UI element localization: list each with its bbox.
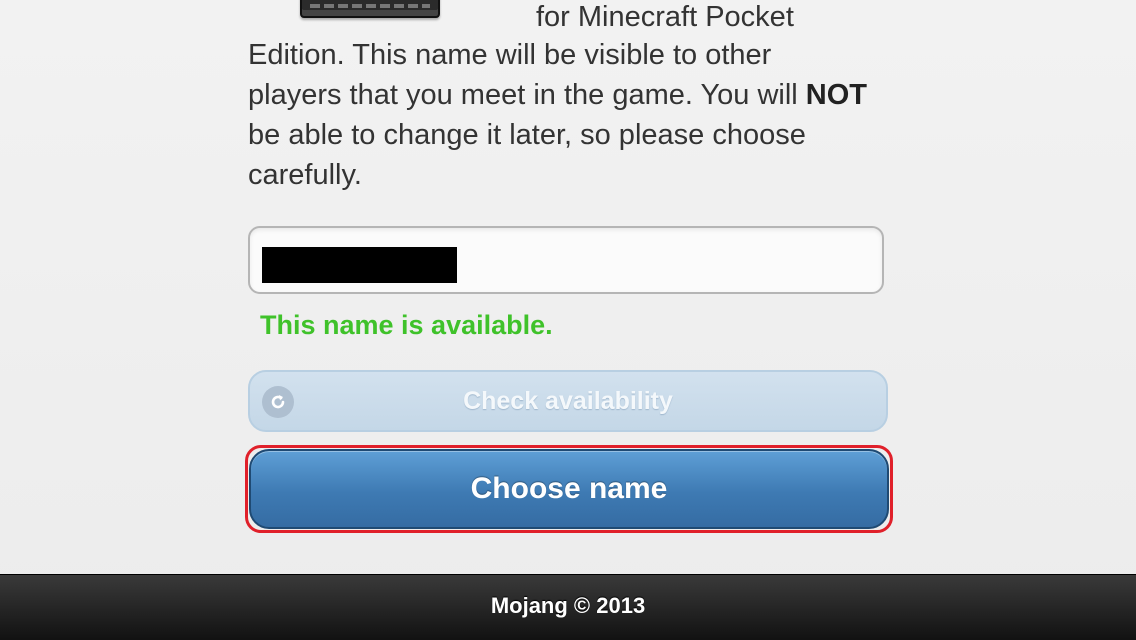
check-availability-button[interactable]: Check availability [248,370,888,432]
intro-text-emphasis: NOT [805,79,867,111]
redacted-name [262,247,457,283]
check-availability-label: Check availability [463,387,673,415]
intro-text: Edition. This name will be visible to ot… [248,35,868,195]
page: for Minecraft Pocket Edition. This name … [0,0,1136,640]
choose-name-button[interactable]: Choose name [249,449,889,529]
name-input[interactable] [248,226,884,294]
refresh-icon [262,386,294,418]
footer: Mojang © 2013 [0,574,1136,640]
minecraft-logo [300,0,440,18]
intro-text-part1: Edition. This name will be visible to ot… [248,39,806,111]
intro-text-first-line: for Minecraft Pocket [536,1,794,33]
choose-name-label: Choose name [470,472,668,505]
intro-text-part2: be able to change it later, so please ch… [248,119,806,191]
availability-message: This name is available. [260,310,553,340]
footer-copyright: Mojang © 2013 [490,593,646,618]
